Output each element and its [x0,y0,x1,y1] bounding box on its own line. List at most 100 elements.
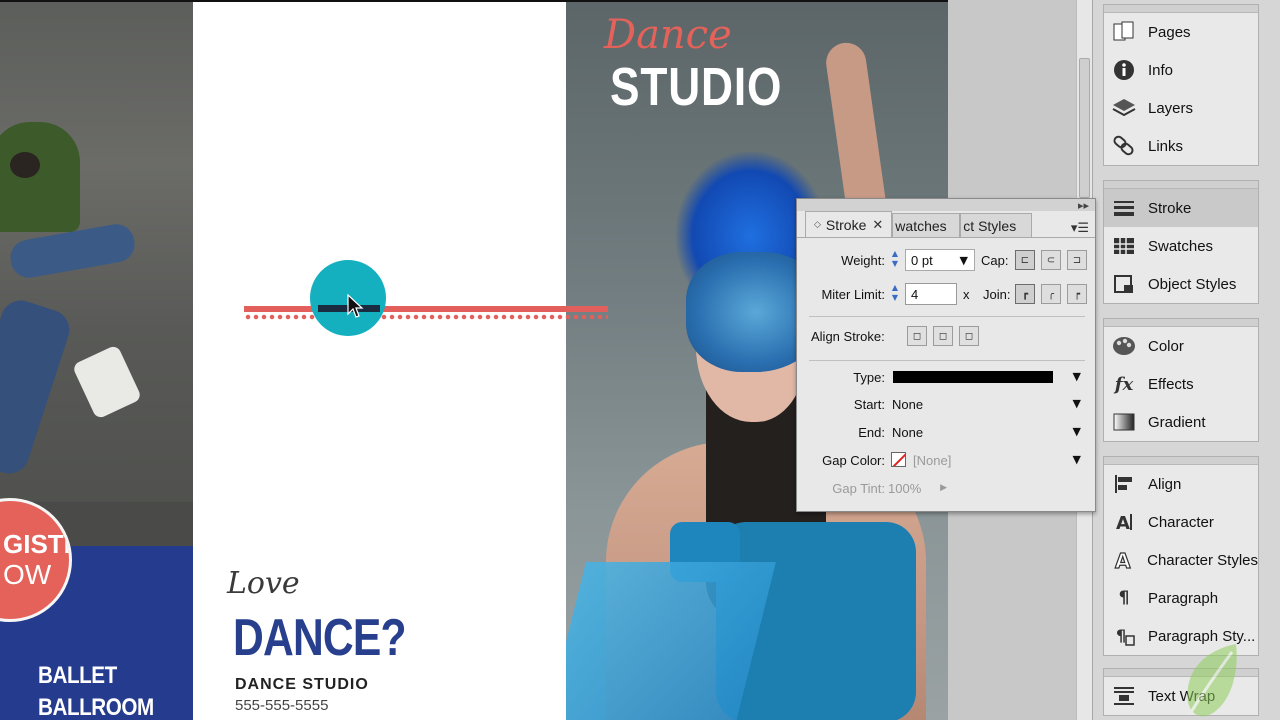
align-inside-button[interactable]: ◻ [933,326,953,346]
dock-item-pages[interactable]: Pages [1104,13,1258,51]
dock-item-paragraph[interactable]: ¶ Paragraph [1104,579,1258,617]
panel-menu-icon[interactable]: ▾☰ [1071,221,1089,236]
miter-x-label: x [963,287,970,302]
dock-group-handle[interactable] [1104,181,1258,189]
swatches-icon [1110,232,1138,260]
leaf-watermark-icon [1187,644,1237,717]
dock-group-type: Align A Character A Character Styles ¶ P… [1103,456,1259,656]
svg-text:¶: ¶ [1116,626,1126,645]
layers-icon [1110,94,1138,122]
class-item: BALLET [38,662,117,689]
butt-cap-button[interactable]: ⊏ [1015,250,1035,270]
gap-tint-label: Gap Tint: [832,481,885,496]
text-wrap-icon [1110,682,1138,710]
dance-script-title: Dance [604,12,732,58]
miter-limit-input[interactable]: 4 [905,283,957,305]
chevron-down-icon[interactable]: ▼ [960,254,968,267]
start-select[interactable]: None ▼ [887,393,1087,415]
dotted-stroke-line[interactable] [244,314,608,320]
type-label: Type: [853,370,885,385]
tab-label: ct Styles [963,217,1017,234]
bevel-join-button[interactable]: ┍ [1067,284,1087,304]
gap-tint-field[interactable]: 100% ▶ [883,477,953,499]
dock-group-handle[interactable] [1104,5,1258,13]
links-icon [1110,132,1138,160]
close-icon[interactable]: ✕ [872,217,883,233]
dock-item-links[interactable]: Links [1104,127,1258,165]
dock-item-character-styles[interactable]: A Character Styles [1104,541,1258,579]
projecting-cap-button[interactable]: ⊐ [1067,250,1087,270]
chevron-down-icon[interactable]: ▼ [1073,370,1081,383]
dock-item-gradient[interactable]: Gradient [1104,403,1258,441]
gap-color-label: Gap Color: [822,453,885,468]
badge-line-1: GISTER [3,529,69,559]
none-swatch-icon [891,452,906,467]
gap-color-select[interactable]: [None] ▼ [887,449,1087,471]
dock-item-label: Swatches [1148,237,1214,255]
dock-group-handle[interactable] [1104,319,1258,327]
dock-item-layers[interactable]: Layers [1104,89,1258,127]
dock-item-label: Color [1148,337,1184,355]
chevron-right-icon[interactable]: ▶ [940,483,947,493]
character-styles-icon: A [1110,546,1137,574]
scroll-thumb[interactable] [1079,58,1090,198]
gap-color-value: [None] [913,452,952,468]
character-icon: A [1110,508,1138,536]
object-styles-icon [1110,270,1138,298]
svg-text:A: A [1116,513,1130,534]
weight-stepper[interactable]: ▲ ▼ [889,249,901,271]
dock-item-label: Align [1148,475,1182,493]
panel-tabs: ◇ Stroke ✕ watches ct Styles [805,211,1033,237]
love-script-text: Love [227,566,300,601]
chevron-down-icon[interactable]: ▼ [1073,397,1081,410]
sneaker-shape [71,344,143,420]
tab-swatches[interactable]: watches [892,213,961,237]
gradient-icon [1110,408,1138,436]
stroke-icon [1110,194,1138,222]
solid-line-preview [893,371,1053,383]
dock-item-character[interactable]: A Character [1104,503,1258,541]
collapse-icon[interactable]: ▸▸ [1078,199,1089,212]
paragraph-icon: ¶ [1118,588,1130,608]
end-select[interactable]: None ▼ [887,421,1087,443]
center-page[interactable]: Love DANCE? DANCE STUDIO 555-555-5555 [193,2,566,720]
hiphop-dancer-photo[interactable] [0,2,193,548]
miter-stepper[interactable]: ▲ ▼ [889,283,901,305]
dock-item-label: Paragraph [1148,589,1219,607]
tab-stroke[interactable]: ◇ Stroke ✕ [805,211,893,237]
miter-join-button[interactable]: ┏ [1015,284,1035,304]
mouse-pointer-icon [347,294,364,318]
start-label: Start: [853,397,885,412]
dock-item-label: Info [1148,61,1174,79]
selected-stroke-line[interactable] [244,306,608,312]
badge-line-2: OW [3,559,52,590]
stroke-panel[interactable]: ▸▸ ◇ Stroke ✕ watches ct Styles ▾☰ Weigh… [796,198,1096,512]
dock-item-object-styles[interactable]: Object Styles [1104,265,1258,303]
round-cap-button[interactable]: ⊂ [1041,250,1061,270]
effects-icon: fx [1114,373,1134,395]
panel-title-bar[interactable]: ▸▸ [797,199,1095,212]
dock-item-stroke[interactable]: Stroke [1104,189,1258,227]
divider [809,360,1085,361]
dock-item-align[interactable]: Align [1104,465,1258,503]
align-outside-button[interactable]: ◻ [959,326,979,346]
align-center-button[interactable]: ◻ [907,326,927,346]
hoodie-shape [0,122,80,232]
dock-item-label: Gradient [1148,413,1206,431]
tab-object-styles[interactable]: ct Styles [960,213,1033,237]
leg-shape [0,295,75,479]
dock-item-effects[interactable]: fx Effects [1104,365,1258,403]
dock-item-swatches[interactable]: Swatches [1104,227,1258,265]
chevron-down-icon[interactable]: ▼ [1073,453,1081,466]
face-shape [10,152,40,178]
stroke-type-select[interactable]: ▼ [887,366,1087,388]
dock-group-handle[interactable] [1104,457,1258,465]
weight-input[interactable]: 0 pt ▼ [905,249,975,271]
tab-label: Stroke [825,216,867,233]
dock-item-color[interactable]: Color [1104,327,1258,365]
chevron-down-icon[interactable]: ▼ [1073,425,1081,438]
dock-item-info[interactable]: Info [1104,51,1258,89]
studio-title: STUDIO [610,57,783,117]
round-join-button[interactable]: ╭ [1041,284,1061,304]
dock-item-label: Effects [1148,375,1194,393]
